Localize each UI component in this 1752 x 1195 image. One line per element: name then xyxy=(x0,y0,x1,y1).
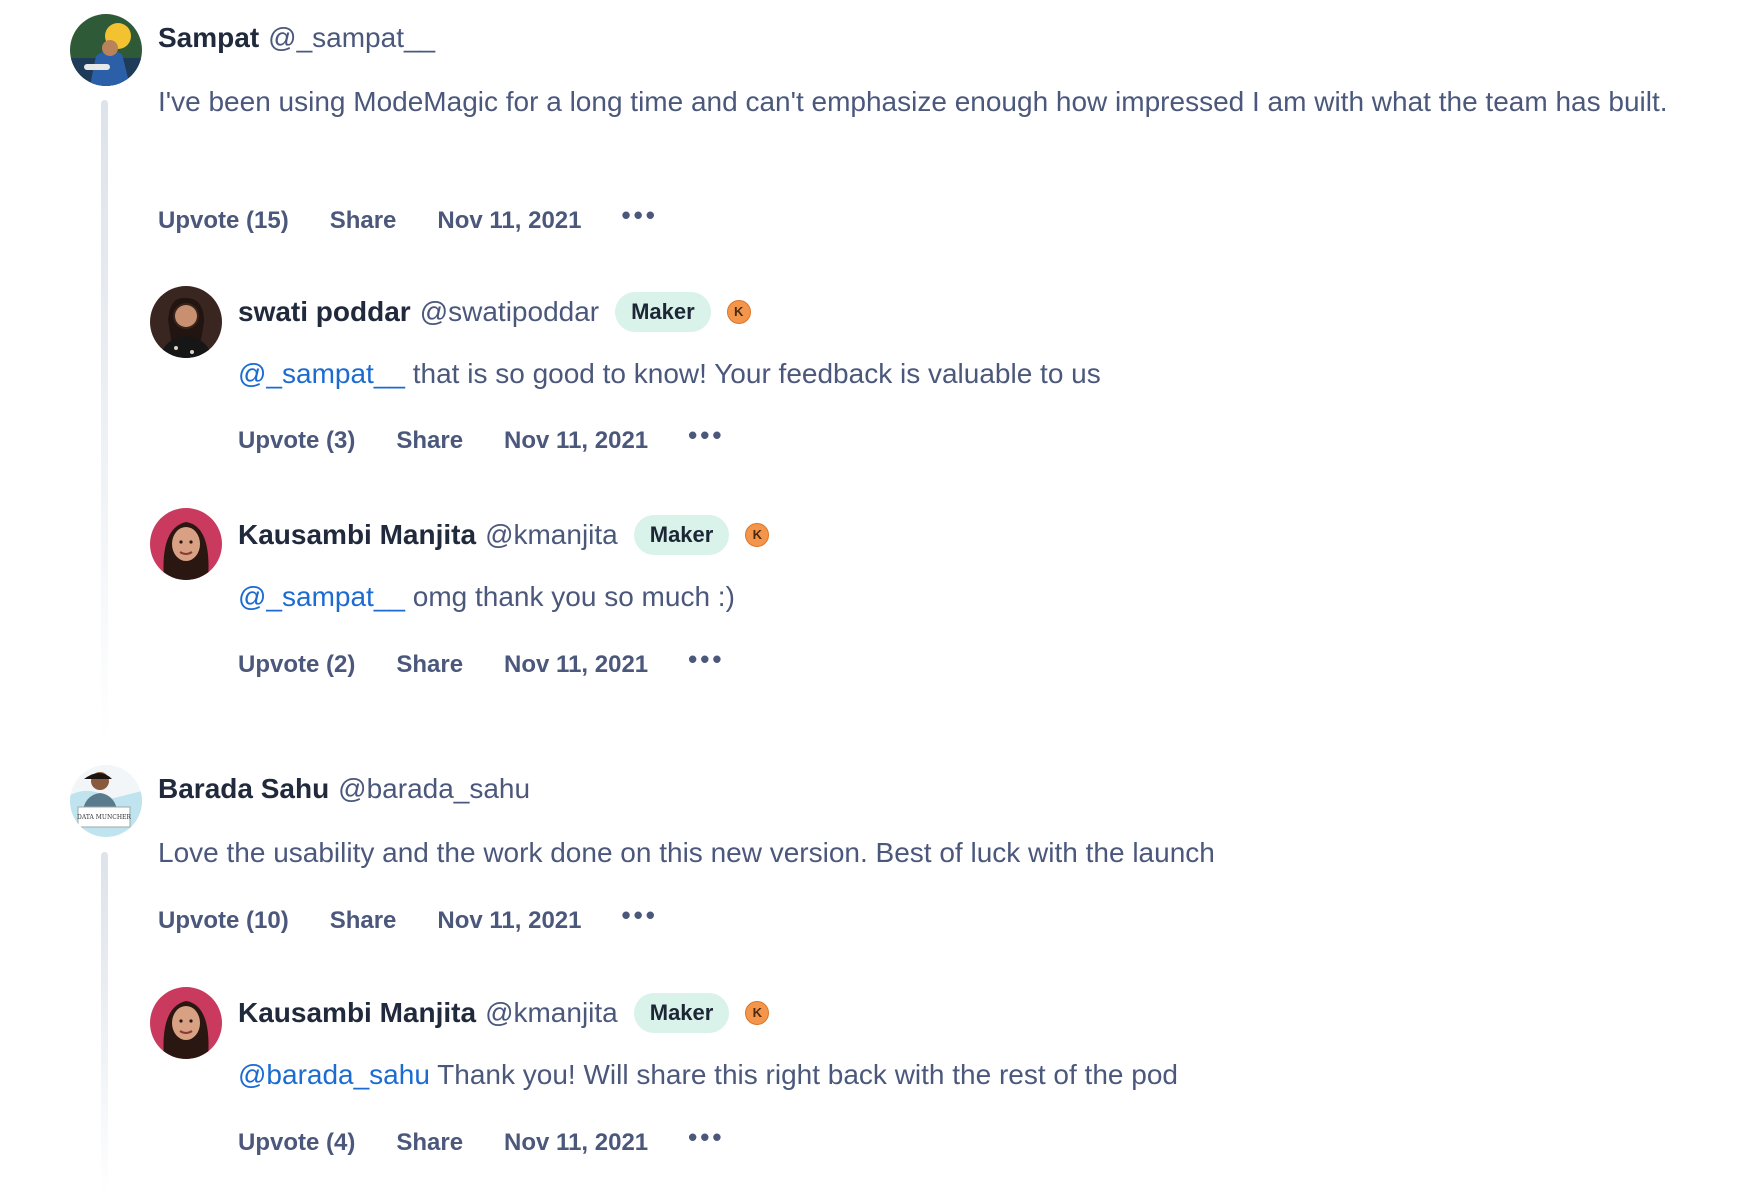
comment-date[interactable]: Nov 11, 2021 xyxy=(437,205,581,237)
comment-date[interactable]: Nov 11, 2021 xyxy=(504,1127,648,1159)
author-name[interactable]: Barada Sahu xyxy=(158,771,329,807)
avatar-sampat-image xyxy=(70,14,142,86)
comment-header: Barada Sahu @barada_sahu xyxy=(158,771,530,807)
comment-body: omg thank you so much :) xyxy=(404,581,735,612)
more-options-icon[interactable]: ••• xyxy=(688,1124,724,1150)
share-button[interactable]: Share xyxy=(396,425,463,457)
comment-text: @_sampat__ omg thank you so much :) xyxy=(238,573,1718,621)
user-mention-link[interactable]: @_sampat__ xyxy=(238,581,405,612)
author-handle[interactable]: @_sampat__ xyxy=(268,20,435,56)
author-name[interactable]: Kausambi Manjita xyxy=(238,995,476,1031)
avatar-kausambi-image xyxy=(150,508,222,580)
more-options-icon[interactable]: ••• xyxy=(622,902,658,928)
share-button[interactable]: Share xyxy=(396,649,463,681)
comment-header: swati poddar @swatipoddar Maker K xyxy=(238,292,751,332)
comment-text: @_sampat__ that is so good to know! Your… xyxy=(238,350,1718,398)
comment-text: Love the usability and the work done on … xyxy=(158,829,1698,877)
comment-actions: Upvote (15) Share Nov 11, 2021 ••• xyxy=(158,202,658,237)
karma-badge-icon: K xyxy=(745,1001,770,1025)
comment-actions: Upvote (2) Share Nov 11, 2021 ••• xyxy=(238,646,724,681)
comment-header: Sampat @_sampat__ xyxy=(158,20,435,56)
maker-badge: Maker xyxy=(633,515,730,555)
share-button[interactable]: Share xyxy=(330,905,397,937)
upvote-button[interactable]: Upvote (15) xyxy=(158,205,289,237)
share-button[interactable]: Share xyxy=(330,205,397,237)
author-name[interactable]: Kausambi Manjita xyxy=(238,517,476,553)
comment-date[interactable]: Nov 11, 2021 xyxy=(504,649,648,681)
karma-badge-icon: K xyxy=(745,523,770,547)
upvote-button[interactable]: Upvote (2) xyxy=(238,649,355,681)
more-options-icon[interactable]: ••• xyxy=(688,422,724,448)
comment-header: Kausambi Manjita @kmanjita Maker K xyxy=(238,515,770,555)
thread-line xyxy=(101,852,108,1195)
avatar[interactable] xyxy=(150,508,222,580)
comment-text: @barada_sahu Thank you! Will share this … xyxy=(238,1051,1718,1099)
comment-header: Kausambi Manjita @kmanjita Maker K xyxy=(238,993,770,1033)
comment-body: Thank you! Will share this right back wi… xyxy=(429,1059,1178,1090)
upvote-button[interactable]: Upvote (3) xyxy=(238,425,355,457)
author-handle[interactable]: @swatipoddar xyxy=(420,294,599,330)
upvote-button[interactable]: Upvote (10) xyxy=(158,905,289,937)
comment-body: I've been using ModeMagic for a long tim… xyxy=(158,86,1668,117)
author-handle[interactable]: @kmanjita xyxy=(485,517,618,553)
avatar[interactable] xyxy=(150,987,222,1059)
comment-actions: Upvote (4) Share Nov 11, 2021 ••• xyxy=(238,1124,724,1159)
comment-date[interactable]: Nov 11, 2021 xyxy=(437,905,581,937)
author-handle[interactable]: @barada_sahu xyxy=(338,771,530,807)
more-options-icon[interactable]: ••• xyxy=(622,202,658,228)
avatar[interactable]: DATA MUNCHER xyxy=(70,765,142,837)
author-name[interactable]: Sampat xyxy=(158,20,259,56)
avatar-barada-image: DATA MUNCHER xyxy=(70,765,142,837)
avatar-sign-text: DATA MUNCHER xyxy=(77,814,131,821)
avatar[interactable] xyxy=(150,286,222,358)
comment-date[interactable]: Nov 11, 2021 xyxy=(504,425,648,457)
author-name[interactable]: swati poddar xyxy=(238,294,411,330)
comment-body: that is so good to know! Your feedback i… xyxy=(404,358,1101,389)
author-handle[interactable]: @kmanjita xyxy=(485,995,618,1031)
share-button[interactable]: Share xyxy=(396,1127,463,1159)
avatar[interactable] xyxy=(70,14,142,86)
avatar-kausambi-image xyxy=(150,987,222,1059)
maker-badge: Maker xyxy=(615,292,711,332)
karma-badge-icon: K xyxy=(726,300,751,324)
avatar-swati-image xyxy=(150,286,222,358)
user-mention-link[interactable]: @barada_sahu xyxy=(238,1059,430,1090)
comment-text: I've been using ModeMagic for a long tim… xyxy=(158,78,1698,126)
comment-actions: Upvote (10) Share Nov 11, 2021 ••• xyxy=(158,902,658,937)
maker-badge: Maker xyxy=(633,993,730,1033)
comment-body: Love the usability and the work done on … xyxy=(158,837,1215,868)
comment-actions: Upvote (3) Share Nov 11, 2021 ••• xyxy=(238,422,724,457)
upvote-button[interactable]: Upvote (4) xyxy=(238,1127,355,1159)
thread-line xyxy=(101,100,108,740)
user-mention-link[interactable]: @_sampat__ xyxy=(238,358,405,389)
more-options-icon[interactable]: ••• xyxy=(688,646,724,672)
